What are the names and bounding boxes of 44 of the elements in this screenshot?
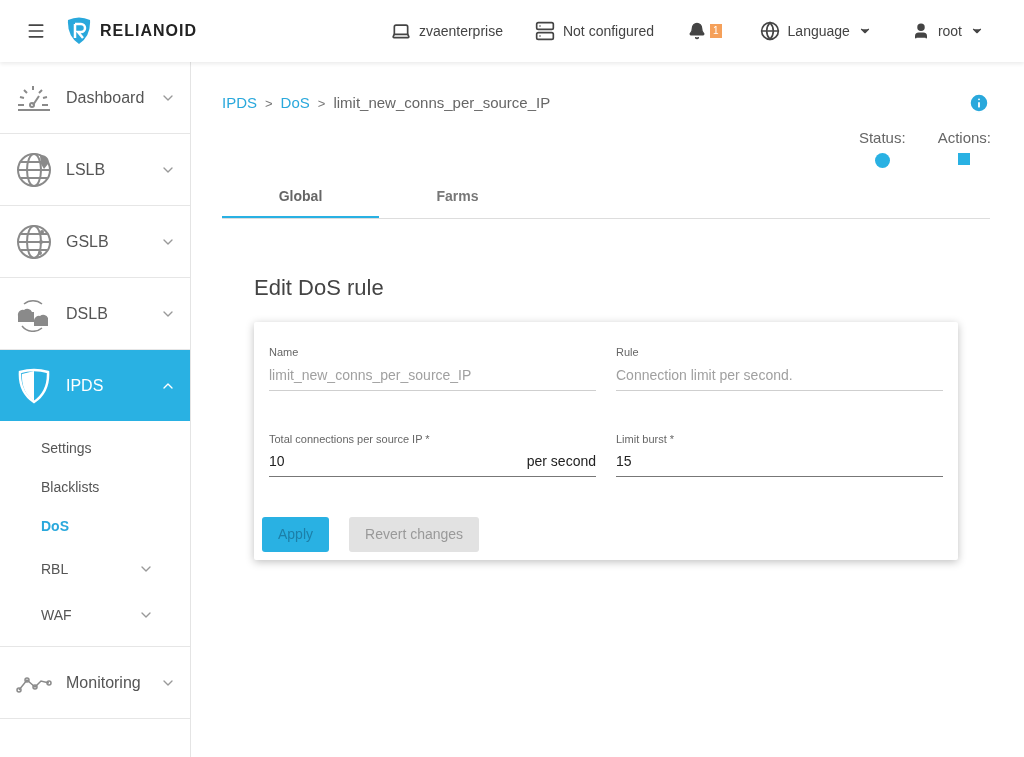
logo-icon bbox=[66, 16, 92, 46]
notification-count: 1 bbox=[710, 24, 722, 38]
breadcrumb-current: limit_new_conns_per_source_IP bbox=[333, 93, 551, 113]
breadcrumb-separator: > bbox=[317, 94, 326, 113]
field-value: limit_new_conns_per_source_IP bbox=[269, 365, 473, 385]
submenu-item[interactable]: Blacklists bbox=[0, 468, 190, 507]
cluster-status: Not configured bbox=[562, 21, 654, 41]
tab[interactable]: Farms bbox=[379, 176, 536, 218]
submenu-item[interactable]: RBL bbox=[0, 546, 190, 592]
field-value: 10 bbox=[269, 452, 286, 471]
user-menu[interactable]: root bbox=[911, 20, 984, 42]
field-label: Limit burst * bbox=[616, 431, 676, 447]
globe-icon bbox=[759, 21, 780, 41]
submenu-item[interactable]: Settings bbox=[0, 429, 190, 468]
globe-icon bbox=[16, 223, 52, 260]
field-label: Name bbox=[269, 345, 300, 360]
menu-icon[interactable] bbox=[26, 21, 46, 41]
server-icon bbox=[534, 21, 555, 41]
sidebar-item[interactable]: LSLB bbox=[0, 134, 190, 205]
field-suffix: per second bbox=[526, 452, 596, 471]
status-label: Status: bbox=[858, 127, 906, 148]
sidebar-item[interactable]: GSLB bbox=[0, 206, 190, 277]
input-field[interactable]: 10 per second bbox=[269, 451, 596, 477]
notification-icon[interactable] bbox=[688, 22, 706, 40]
logo-text: RELIANOID bbox=[100, 21, 197, 41]
actions-label: Actions: bbox=[937, 127, 991, 148]
sidebar-item[interactable]: Dashboard bbox=[0, 62, 190, 133]
field-value: Connection limit per second. bbox=[616, 365, 794, 385]
host-name: zvaenterprise bbox=[418, 21, 503, 41]
shield-icon bbox=[17, 367, 51, 404]
sidebar-item[interactable]: Monitoring bbox=[0, 647, 190, 718]
field-value: 15 bbox=[616, 452, 633, 471]
submenu-item[interactable]: WAF bbox=[0, 592, 190, 638]
sidebar-item[interactable]: DSLB bbox=[0, 278, 190, 349]
input-field[interactable]: 15 bbox=[616, 451, 943, 477]
info-icon[interactable] bbox=[968, 92, 990, 115]
field-label: Total connections per source IP * bbox=[269, 431, 431, 447]
form-title: Edit DoS rule bbox=[254, 274, 385, 302]
tab[interactable]: Global bbox=[222, 176, 379, 218]
globe-icon bbox=[16, 151, 52, 188]
laptop-icon bbox=[390, 21, 411, 41]
language-menu[interactable]: Language bbox=[759, 20, 872, 42]
breadcrumb-separator: > bbox=[265, 94, 273, 113]
field-label: Rule bbox=[616, 345, 640, 360]
